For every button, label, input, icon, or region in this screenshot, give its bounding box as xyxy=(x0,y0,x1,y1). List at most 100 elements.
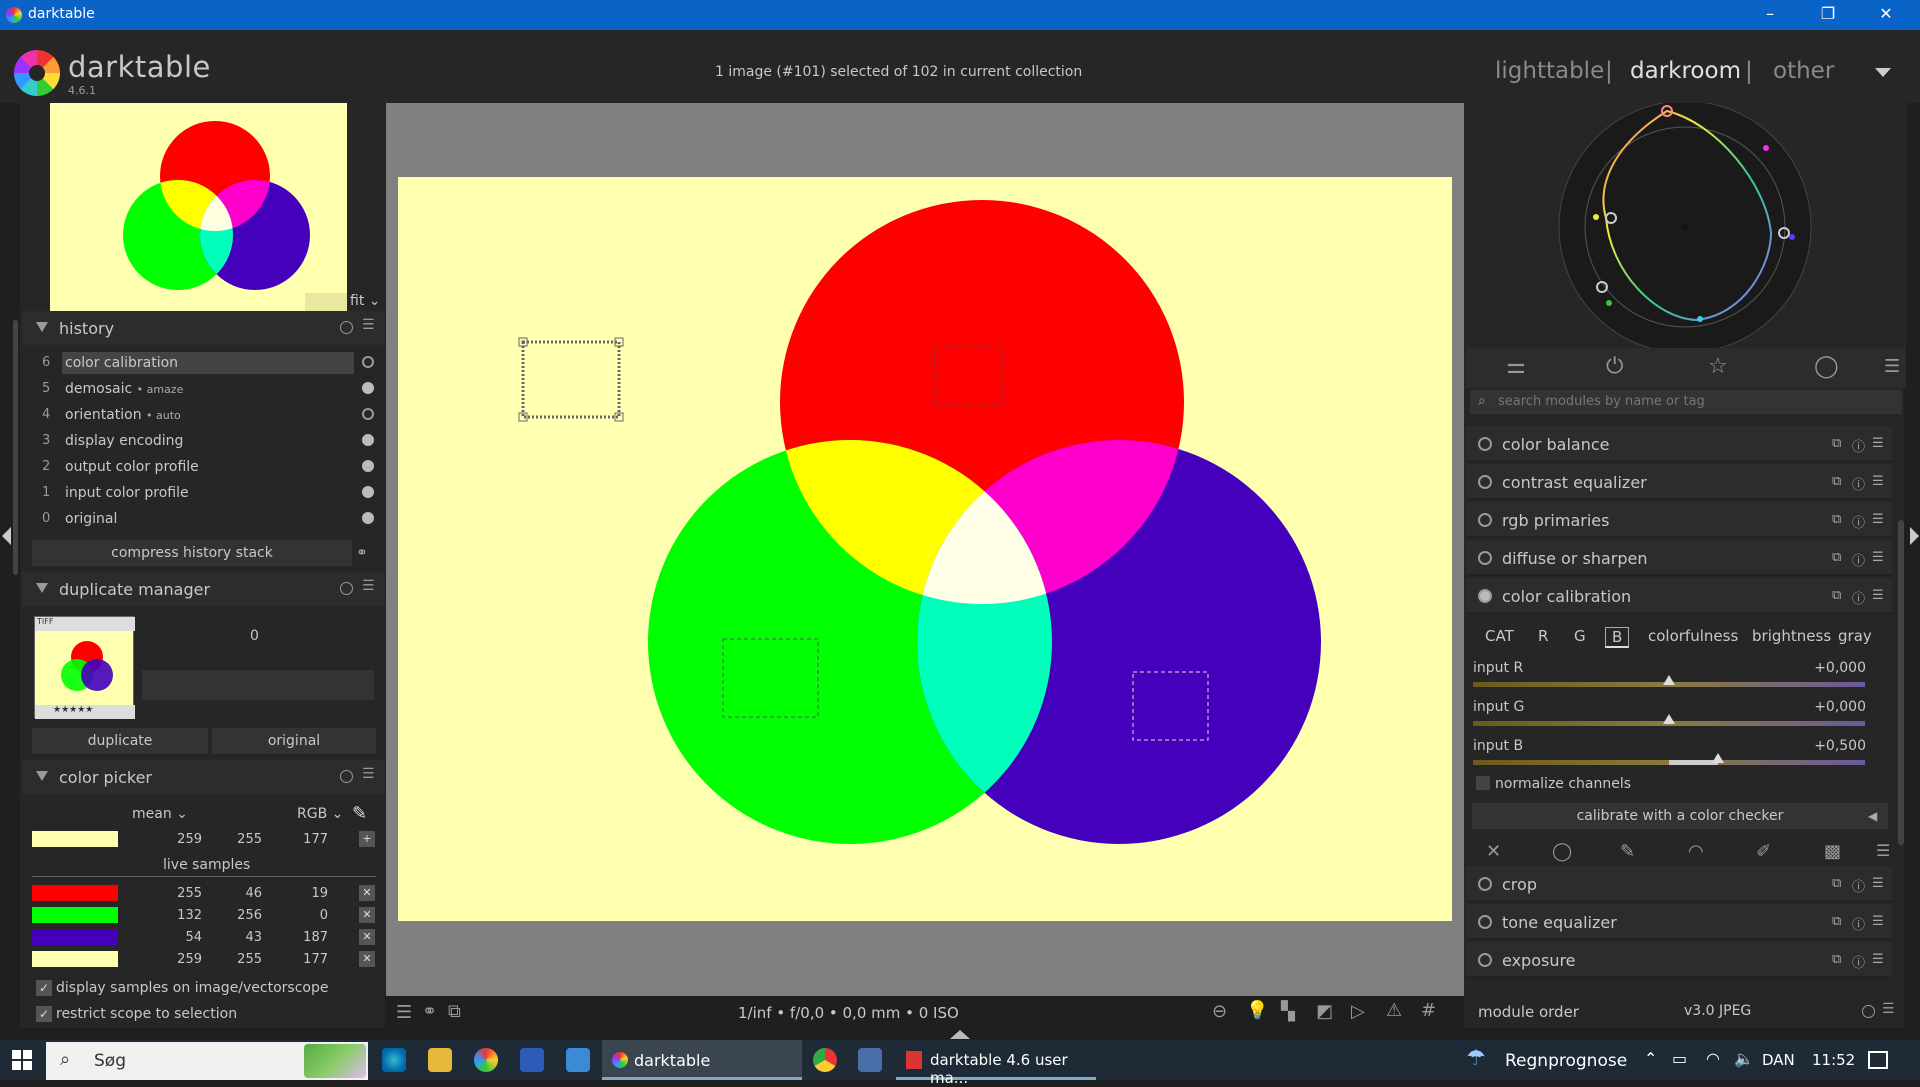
multi-instance-icon[interactable]: ⧉ xyxy=(1832,474,1841,489)
store-icon[interactable] xyxy=(566,1048,590,1072)
taskbar-pdf-app[interactable]: darktable 4.6 user ma... xyxy=(896,1040,1096,1087)
module-power-icon[interactable] xyxy=(1478,437,1492,451)
windows-start-icon[interactable] xyxy=(12,1050,32,1070)
view-lighttable[interactable]: lighttable xyxy=(1495,58,1604,84)
styles-icon[interactable]: ⚭ xyxy=(422,1001,437,1022)
module-power-icon[interactable] xyxy=(1478,877,1492,891)
module-header[interactable]: tone equalizer ⧉ ⓘ ☰ xyxy=(1466,904,1892,940)
live-sample-row[interactable]: 54 43 187 ✕ xyxy=(32,926,377,948)
presets-menu-icon[interactable]: ☰ xyxy=(1872,436,1884,451)
vectorscope[interactable] xyxy=(1466,100,1906,354)
notifications-icon[interactable] xyxy=(1868,1051,1888,1069)
menu-icon[interactable]: ☰ xyxy=(362,317,375,333)
volume-icon[interactable]: 🔈 xyxy=(1734,1049,1754,1068)
presets-menu-icon[interactable]: ☰ xyxy=(1872,474,1884,489)
history-item[interactable]: 6 color calibration xyxy=(22,350,385,376)
menu-icon[interactable]: ☰ xyxy=(362,578,375,594)
duplicate-header[interactable]: duplicate manager ☰ xyxy=(22,572,385,606)
presets-menu-icon[interactable]: ☰ xyxy=(1872,876,1884,891)
group-presets-menu-icon[interactable]: ☰ xyxy=(1884,356,1900,377)
live-sample-row[interactable]: 259 255 177 ✕ xyxy=(32,948,377,970)
module-header[interactable]: crop ⧉ ⓘ ☰ xyxy=(1466,866,1892,902)
display-samples-checkbox[interactable]: ✓ xyxy=(36,980,52,996)
taskbar-search-box[interactable]: ⌕ Søg xyxy=(46,1042,368,1080)
parametric-mask-icon[interactable]: ◠ xyxy=(1688,841,1704,862)
reset-icon[interactable]: ⓘ xyxy=(1852,550,1865,569)
multi-instance-icon[interactable]: ⧉ xyxy=(1832,588,1841,603)
history-item[interactable]: 2 output color profile xyxy=(22,454,385,480)
slider-value[interactable]: +0,000 xyxy=(1800,699,1866,715)
multi-instance-icon[interactable]: ⧉ xyxy=(1832,436,1841,451)
info-icon[interactable] xyxy=(340,321,353,334)
mask-off-icon[interactable]: ✕ xyxy=(1486,841,1501,862)
history-item[interactable]: 5 demosaic • amaze xyxy=(22,376,385,402)
raster-mask-icon[interactable]: ▩ xyxy=(1824,841,1841,862)
presets-menu-icon[interactable]: ☰ xyxy=(1872,588,1884,603)
multi-instance-icon[interactable]: ⧉ xyxy=(1832,512,1841,527)
focus-peaking-icon[interactable]: ⊖ xyxy=(1212,1001,1227,1022)
bottom-panel-toggle-icon[interactable] xyxy=(950,1030,970,1039)
multi-instance-icon[interactable]: ⧉ xyxy=(1832,550,1841,565)
info-icon[interactable] xyxy=(340,582,353,595)
module-power-icon[interactable] xyxy=(1478,953,1492,967)
duplicate-button[interactable]: duplicate xyxy=(32,728,208,754)
navigation-preview[interactable] xyxy=(50,103,347,311)
calib-tab-g[interactable]: G xyxy=(1574,627,1586,645)
duplicate-thumbnail[interactable]: TIFF ★★★★★ xyxy=(34,616,135,719)
file-explorer-icon[interactable] xyxy=(428,1048,452,1072)
remove-sample-icon[interactable]: ✕ xyxy=(359,929,375,945)
language-indicator[interactable]: DAN xyxy=(1762,1051,1795,1069)
blend-menu-icon[interactable]: ☰ xyxy=(1876,841,1890,860)
reset-icon[interactable]: ⓘ xyxy=(1852,588,1865,607)
chrome-icon[interactable] xyxy=(813,1048,837,1072)
module-order-menu-icon[interactable]: ☰ xyxy=(1882,1001,1895,1017)
history-header[interactable]: history ☰ xyxy=(22,311,385,345)
info-icon[interactable] xyxy=(1862,1005,1875,1018)
views-dropdown-icon[interactable] xyxy=(1875,68,1891,77)
history-item[interactable]: 3 display encoding xyxy=(22,428,385,454)
quick-access-group-icon[interactable]: ⚌ xyxy=(1506,354,1526,379)
module-order-value[interactable]: v3.0 JPEG xyxy=(1684,1003,1751,1019)
menu-icon[interactable]: ☰ xyxy=(362,766,375,782)
favorites-group-icon[interactable]: ☆ xyxy=(1708,354,1728,379)
calib-tab-colorfulness[interactable]: colorfulness xyxy=(1648,627,1738,645)
softproof-icon[interactable]: ▷ xyxy=(1351,1001,1365,1022)
main-image[interactable] xyxy=(398,177,1452,921)
reset-icon[interactable]: ⓘ xyxy=(1852,436,1865,455)
presets-menu-icon[interactable]: ☰ xyxy=(1872,914,1884,929)
zoom-level[interactable]: fit ⌄ xyxy=(350,293,381,309)
calib-tab-brightness[interactable]: brightness xyxy=(1752,627,1831,645)
eyedropper-icon[interactable]: ✎ xyxy=(352,803,367,824)
base-group-icon[interactable]: ◯ xyxy=(1814,354,1839,379)
quick-access-icon[interactable]: ☰ xyxy=(396,1002,412,1023)
photos-icon[interactable] xyxy=(474,1048,498,1072)
drawn-mask-icon[interactable]: ✎ xyxy=(1620,841,1635,862)
module-header[interactable]: rgb primaries ⧉ ⓘ ☰ xyxy=(1466,502,1892,538)
color-picker-header[interactable]: color picker ☰ xyxy=(22,760,385,794)
live-sample-row[interactable]: 255 46 19 ✕ xyxy=(32,882,377,904)
raw-overexposed-icon[interactable]: ▚ xyxy=(1281,1001,1295,1022)
create-style-icon[interactable]: ⚭ xyxy=(356,545,368,561)
weather-label[interactable]: Regnprognose xyxy=(1505,1051,1627,1071)
restrict-scope-checkbox[interactable]: ✓ xyxy=(36,1006,52,1022)
slider-handle[interactable] xyxy=(1663,714,1675,724)
color-model-dropdown[interactable]: RGB ⌄ xyxy=(297,806,343,822)
word-icon[interactable] xyxy=(520,1048,544,1072)
show-hidden-icons[interactable]: ⌃ xyxy=(1644,1049,1657,1068)
left-panel-collapse-icon[interactable] xyxy=(2,527,11,545)
module-power-icon[interactable] xyxy=(1478,475,1492,489)
remove-sample-icon[interactable]: ✕ xyxy=(359,951,375,967)
reset-icon[interactable]: ⓘ xyxy=(1852,876,1865,895)
reset-icon[interactable]: ⓘ xyxy=(1852,952,1865,971)
wifi-icon[interactable]: ◠ xyxy=(1706,1049,1720,1068)
history-item[interactable]: 4 orientation • auto xyxy=(22,402,385,428)
color-assessment-icon[interactable]: 💡 xyxy=(1246,1000,1268,1021)
minimize-button[interactable]: – xyxy=(1742,0,1798,30)
drawn-parametric-mask-icon[interactable]: ✐ xyxy=(1756,841,1771,862)
compress-history-button[interactable]: compress history stack xyxy=(32,540,352,566)
guides-icon[interactable]: # xyxy=(1421,1000,1436,1021)
virtualbox-icon[interactable] xyxy=(858,1048,882,1072)
version-name-field[interactable] xyxy=(142,670,374,700)
view-darkroom[interactable]: darkroom xyxy=(1630,58,1741,84)
slider-handle[interactable] xyxy=(1712,753,1724,763)
